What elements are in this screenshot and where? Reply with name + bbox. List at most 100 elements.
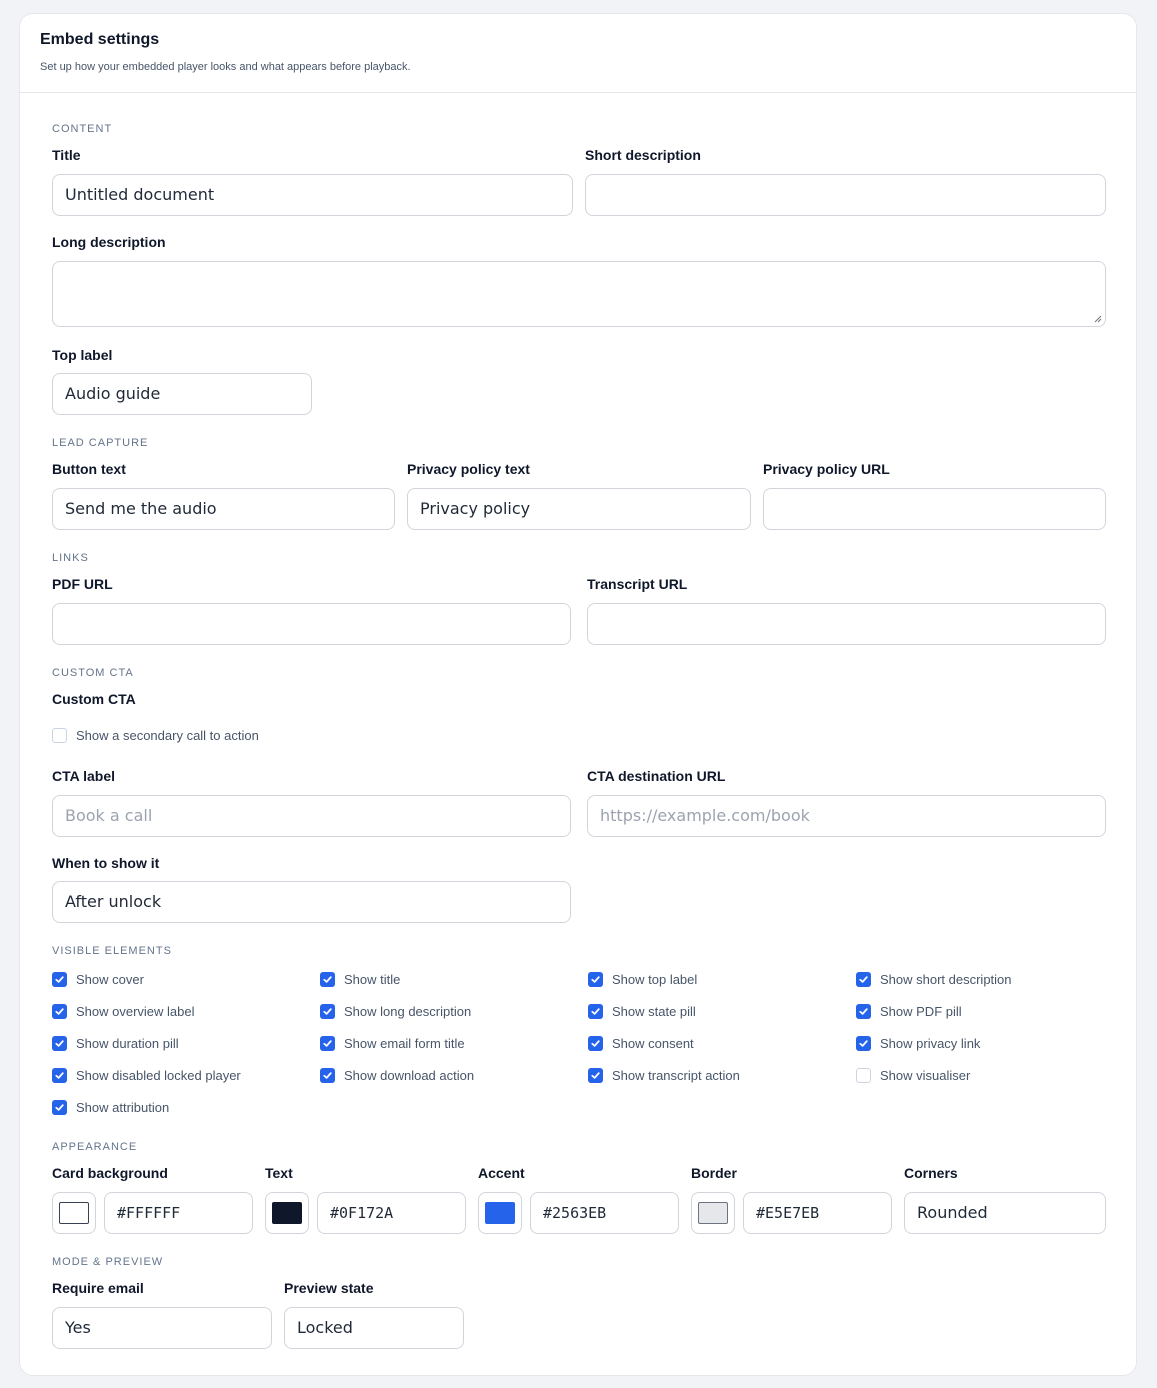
visible-element-checkbox-row[interactable]: Show visualiser xyxy=(856,1066,970,1084)
section-title-appearance: APPEARANCE xyxy=(52,1141,138,1153)
visible-element-checkbox-row[interactable]: Show download action xyxy=(320,1066,474,1084)
page-title: Embed settings xyxy=(40,31,160,48)
text-color-label: Text xyxy=(265,1165,293,1181)
button-text-label: Button text xyxy=(52,461,126,477)
checkmark-icon xyxy=(323,1071,332,1079)
visible-element-checkbox-row[interactable]: Show overview label xyxy=(52,1002,195,1020)
corners-select[interactable]: Rounded xyxy=(904,1192,1106,1234)
card-background-hex-input[interactable]: #FFFFFF xyxy=(104,1192,253,1234)
text-color-hex-input[interactable]: #0F172A xyxy=(317,1192,466,1234)
accent-color-label: Accent xyxy=(478,1165,525,1181)
visible-element-label: Show short description xyxy=(880,971,1012,987)
long-description-label: Long description xyxy=(52,234,166,250)
require-email-select[interactable]: Yes xyxy=(52,1307,272,1349)
section-title-custom-cta: CUSTOM CTA xyxy=(52,667,134,679)
visible-element-label: Show state pill xyxy=(612,1003,696,1019)
checkmark-icon xyxy=(55,1007,64,1015)
visible-element-label: Show overview label xyxy=(76,1003,195,1019)
transcript-url-input[interactable] xyxy=(587,603,1106,645)
accent-color-hex-input[interactable]: #2563EB xyxy=(530,1192,679,1234)
visible-element-checkbox[interactable] xyxy=(856,1035,871,1051)
preview-state-select[interactable]: Locked xyxy=(284,1307,464,1349)
visible-element-checkbox-row[interactable]: Show duration pill xyxy=(52,1034,179,1052)
visible-element-checkbox[interactable] xyxy=(320,1003,335,1019)
cta-label-input[interactable]: Book a call xyxy=(52,795,571,837)
visible-element-checkbox[interactable] xyxy=(588,1035,603,1051)
checkmark-icon xyxy=(55,975,64,983)
visible-element-checkbox-row[interactable]: Show email form title xyxy=(320,1034,465,1052)
privacy-policy-url-label: Privacy policy URL xyxy=(763,461,890,477)
visible-element-checkbox[interactable] xyxy=(856,1067,871,1083)
short-description-input[interactable] xyxy=(585,174,1106,216)
visible-element-checkbox[interactable] xyxy=(588,971,603,987)
visible-element-checkbox[interactable] xyxy=(52,1099,67,1115)
checkmark-icon xyxy=(55,1039,64,1047)
border-color-label: Border xyxy=(691,1165,737,1181)
privacy-policy-url-input[interactable] xyxy=(763,488,1106,530)
visible-element-checkbox-row[interactable]: Show cover xyxy=(52,970,144,988)
privacy-policy-text-label: Privacy policy text xyxy=(407,461,530,477)
checkmark-icon xyxy=(323,1039,332,1047)
when-to-show-select[interactable]: After unlock xyxy=(52,881,571,923)
border-color-hex-input[interactable]: #E5E7EB xyxy=(743,1192,892,1234)
top-label-input[interactable]: Audio guide xyxy=(52,373,312,415)
visible-element-checkbox[interactable] xyxy=(52,1003,67,1019)
visible-element-checkbox-row[interactable]: Show transcript action xyxy=(588,1066,740,1084)
text-color-swatch xyxy=(272,1202,302,1224)
title-input[interactable]: Untitled document xyxy=(52,174,573,216)
visible-element-checkbox[interactable] xyxy=(856,971,871,987)
long-description-textarea[interactable] xyxy=(52,261,1106,327)
visible-element-checkbox-row[interactable]: Show privacy link xyxy=(856,1034,980,1052)
section-title-visible-elements: VISIBLE ELEMENTS xyxy=(52,945,172,957)
checkmark-icon xyxy=(55,1103,64,1111)
cta-label-label: CTA label xyxy=(52,768,116,784)
visible-element-checkbox[interactable] xyxy=(52,971,67,987)
checkmark-icon xyxy=(55,1071,64,1079)
border-color-picker[interactable] xyxy=(691,1192,735,1234)
section-title-mode-preview: MODE & PREVIEW xyxy=(52,1256,164,1268)
visible-element-checkbox-row[interactable]: Show consent xyxy=(588,1034,694,1052)
visible-element-checkbox-row[interactable]: Show title xyxy=(320,970,400,988)
accent-color-picker[interactable] xyxy=(478,1192,522,1234)
embed-settings-card: Embed settings Set up how your embedded … xyxy=(19,13,1137,1376)
cta-destination-url-input[interactable]: https://example.com/book xyxy=(587,795,1106,837)
visible-element-checkbox[interactable] xyxy=(52,1067,67,1083)
when-to-show-label: When to show it xyxy=(52,855,160,871)
button-text-input[interactable]: Send me the audio xyxy=(52,488,395,530)
checkmark-icon xyxy=(591,1007,600,1015)
visible-element-checkbox[interactable] xyxy=(320,1035,335,1051)
visible-element-checkbox-row[interactable]: Show attribution xyxy=(52,1098,169,1116)
visible-element-checkbox[interactable] xyxy=(320,971,335,987)
visible-element-checkbox-row[interactable]: Show PDF pill xyxy=(856,1002,962,1020)
resize-grip-icon[interactable] xyxy=(1094,315,1102,323)
corners-label: Corners xyxy=(904,1165,958,1181)
visible-element-checkbox[interactable] xyxy=(320,1067,335,1083)
top-label-label: Top label xyxy=(52,347,113,363)
secondary-cta-checkbox-row[interactable]: Show a secondary call to action xyxy=(52,726,259,744)
visible-element-checkbox-row[interactable]: Show long description xyxy=(320,1002,471,1020)
visible-element-checkbox[interactable] xyxy=(588,1067,603,1083)
visible-element-checkbox-row[interactable]: Show short description xyxy=(856,970,1012,988)
pdf-url-label: PDF URL xyxy=(52,576,113,592)
card-background-color-picker[interactable] xyxy=(52,1192,96,1234)
visible-element-label: Show PDF pill xyxy=(880,1003,962,1019)
short-description-label: Short description xyxy=(585,147,701,163)
text-color-picker[interactable] xyxy=(265,1192,309,1234)
accent-color-swatch xyxy=(485,1202,515,1224)
visible-element-checkbox[interactable] xyxy=(856,1003,871,1019)
card-background-swatch xyxy=(59,1202,89,1224)
secondary-cta-checkbox[interactable] xyxy=(52,727,67,743)
visible-element-label: Show privacy link xyxy=(880,1035,981,1051)
visible-element-checkbox-row[interactable]: Show top label xyxy=(588,970,697,988)
visible-element-checkbox[interactable] xyxy=(52,1035,67,1051)
visible-element-label: Show consent xyxy=(612,1035,694,1051)
title-label: Title xyxy=(52,147,81,163)
visible-element-label: Show transcript action xyxy=(612,1067,740,1083)
privacy-policy-text-input[interactable]: Privacy policy xyxy=(407,488,751,530)
page-subtitle: Set up how your embedded player looks an… xyxy=(40,61,411,73)
pdf-url-input[interactable] xyxy=(52,603,571,645)
visible-element-checkbox-row[interactable]: Show state pill xyxy=(588,1002,696,1020)
visible-element-checkbox-row[interactable]: Show disabled locked player xyxy=(52,1066,241,1084)
visible-element-checkbox[interactable] xyxy=(588,1003,603,1019)
preview-state-label: Preview state xyxy=(284,1280,374,1296)
